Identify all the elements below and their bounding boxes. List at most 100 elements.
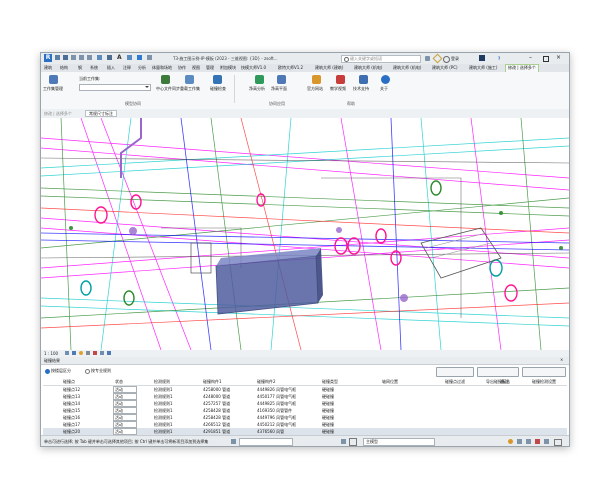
drag-elements-icon[interactable]: [544, 439, 549, 444]
infocenter-icon[interactable]: [425, 56, 430, 61]
section-icon[interactable]: [137, 55, 142, 60]
official-site-icon[interactable]: [312, 75, 321, 84]
minimize-button[interactable]: –: [529, 55, 532, 61]
col-clash-point[interactable]: 碰撞点: [63, 379, 75, 384]
reload-workset-icon[interactable]: [185, 75, 194, 84]
filter-icon[interactable]: [554, 439, 562, 446]
select-face-icon[interactable]: [535, 439, 540, 444]
tab-13[interactable]: 欧特大师V1.2: [278, 65, 303, 70]
reveal-icon[interactable]: [107, 351, 111, 355]
official-site-label[interactable]: 官方网站: [307, 86, 323, 91]
clearance-plan-label[interactable]: 净高平面: [271, 86, 287, 91]
select-pinned-icon[interactable]: [526, 439, 531, 444]
tab-6[interactable]: 分析: [138, 65, 146, 70]
radio-by-rule-label[interactable]: 按专业规则: [91, 368, 111, 373]
workset-status-dropdown[interactable]: [239, 438, 293, 446]
sync-icon[interactable]: [71, 55, 76, 60]
tutorial-video-label[interactable]: 教学视频: [330, 86, 346, 91]
clash-filter-button[interactable]: 碰撞点过滤: [436, 367, 474, 384]
col-grid-location[interactable]: 轴网位置: [382, 379, 398, 384]
table-row[interactable]: 碰撞点13 活动 检测规则1 4248000 管道 4450177 风管电气框 …: [43, 393, 567, 400]
design-options-icon[interactable]: [349, 438, 357, 446]
tab-8[interactable]: 协作: [178, 65, 186, 70]
radio-by-floor-label[interactable]: 按楼层区分: [51, 368, 71, 373]
central-sync-icon[interactable]: [161, 75, 170, 84]
radio-by-rule[interactable]: [85, 369, 90, 374]
tab-14[interactable]: 建筑大师 (建筑): [315, 65, 343, 70]
measure-icon[interactable]: [107, 55, 112, 60]
col-remark[interactable]: 备注: [501, 379, 509, 384]
col-element-2[interactable]: 碰撞构件2: [257, 379, 276, 384]
status-select[interactable]: 活动: [113, 407, 137, 414]
table-row[interactable]: 碰撞点17 活动 检测规则1 4266512 管道 4450212 风管电气框 …: [43, 421, 567, 428]
design-option-dropdown[interactable]: 主模型: [363, 438, 435, 446]
shadows-icon[interactable]: [86, 351, 90, 355]
clash-check-label[interactable]: 碰撞检查: [210, 86, 226, 91]
3d-view-icon[interactable]: [127, 55, 132, 60]
tab-11[interactable]: 附加模块: [220, 65, 236, 70]
tab-16[interactable]: 建筑大师 (机电): [393, 65, 421, 70]
search-input[interactable]: 键入关键字或短语: [341, 55, 421, 63]
status-select[interactable]: 活动: [113, 414, 137, 421]
workset-dropdown[interactable]: [79, 84, 151, 91]
print-icon[interactable]: [97, 55, 102, 60]
central-sync-label[interactable]: 中心文件同步: [156, 86, 180, 91]
status-select[interactable]: 活动: [113, 421, 137, 428]
clearance-analysis-label[interactable]: 净高分析: [249, 86, 265, 91]
select-underlay-icon[interactable]: [517, 439, 522, 444]
clash-settings-button[interactable]: 碰撞检测设置: [522, 367, 566, 384]
tab-10[interactable]: 管理: [206, 65, 214, 70]
view-scale[interactable]: 1 : 100: [44, 351, 58, 356]
tab-12[interactable]: 快模大师V1.0: [241, 65, 266, 70]
support-icon[interactable]: [359, 75, 368, 84]
redo-icon[interactable]: [87, 55, 92, 60]
status-select[interactable]: 活动: [113, 386, 137, 393]
reload-workset-label[interactable]: 重载工作集: [180, 86, 200, 91]
info-icon[interactable]: [381, 75, 390, 84]
tab-7[interactable]: 体量和场地: [152, 65, 172, 70]
text-icon[interactable]: A: [117, 54, 122, 61]
save-icon[interactable]: [63, 55, 68, 60]
sign-in-link[interactable]: 登录: [451, 56, 459, 61]
tab-18[interactable]: 建筑大师 (施工): [469, 65, 497, 70]
select-links-icon[interactable]: [508, 439, 513, 444]
status-select[interactable]: 活动: [113, 428, 137, 435]
panel-close-button[interactable]: ×: [560, 357, 563, 362]
workset-manage-icon[interactable]: [49, 75, 58, 84]
col-rule[interactable]: 检测规则: [154, 379, 170, 384]
visual-style-icon[interactable]: [72, 351, 76, 355]
support-label[interactable]: 技术支持: [353, 86, 369, 91]
tab-15[interactable]: 建筑大师 (机电): [354, 65, 382, 70]
tab-1[interactable]: 结构: [60, 65, 68, 70]
clearance-analysis-icon[interactable]: [255, 75, 264, 84]
exchange-icon[interactable]: [479, 55, 485, 61]
switch-windows-icon[interactable]: [147, 55, 152, 60]
status-select[interactable]: 活动: [113, 400, 137, 407]
editable-only-icon[interactable]: [341, 439, 346, 444]
table-row[interactable]: 碰撞点12 活动 检测规则1 4258000 管道 4449826 风管电气框 …: [43, 386, 567, 393]
workset-manage-label[interactable]: 工作集管理: [43, 86, 63, 91]
app-logo-icon[interactable]: R: [44, 54, 52, 62]
hide-icon[interactable]: [100, 351, 104, 355]
about-label[interactable]: 关于: [380, 86, 388, 91]
col-element-1[interactable]: 碰撞构件1: [203, 379, 222, 384]
dimension-type-chip[interactable]: 常规尺寸标注: [85, 110, 117, 117]
tab-17[interactable]: 建筑大师 (PC): [432, 65, 458, 70]
table-row[interactable]: 碰撞点16 活动 检测规则1 4258428 管道 4449796 风管电气框 …: [43, 414, 567, 421]
tutorial-video-icon[interactable]: [336, 75, 345, 84]
tab-5[interactable]: 注释: [123, 65, 131, 70]
favorites-icon[interactable]: [432, 53, 443, 64]
export-report-button[interactable]: 导出碰撞报告: [477, 367, 519, 384]
tab-4[interactable]: 插入: [107, 65, 115, 70]
clash-check-icon[interactable]: [213, 75, 222, 84]
col-status[interactable]: 状态: [115, 379, 123, 384]
table-row[interactable]: 碰撞点15 活动 检测规则1 4258428 管道 4169350 风管管件 硬…: [43, 407, 567, 414]
crop-icon[interactable]: [93, 351, 97, 355]
tab-2[interactable]: 钢: [78, 65, 82, 70]
tab-9[interactable]: 视图: [192, 65, 200, 70]
table-row[interactable]: 碰撞点14 活动 检测规则1 4257257 管道 4449825 风管电气框 …: [43, 400, 567, 407]
radio-by-floor[interactable]: [45, 369, 50, 374]
status-select[interactable]: 活动: [113, 393, 137, 400]
col-clash-type[interactable]: 碰撞类型: [322, 379, 338, 384]
clearance-plan-icon[interactable]: [277, 75, 286, 84]
